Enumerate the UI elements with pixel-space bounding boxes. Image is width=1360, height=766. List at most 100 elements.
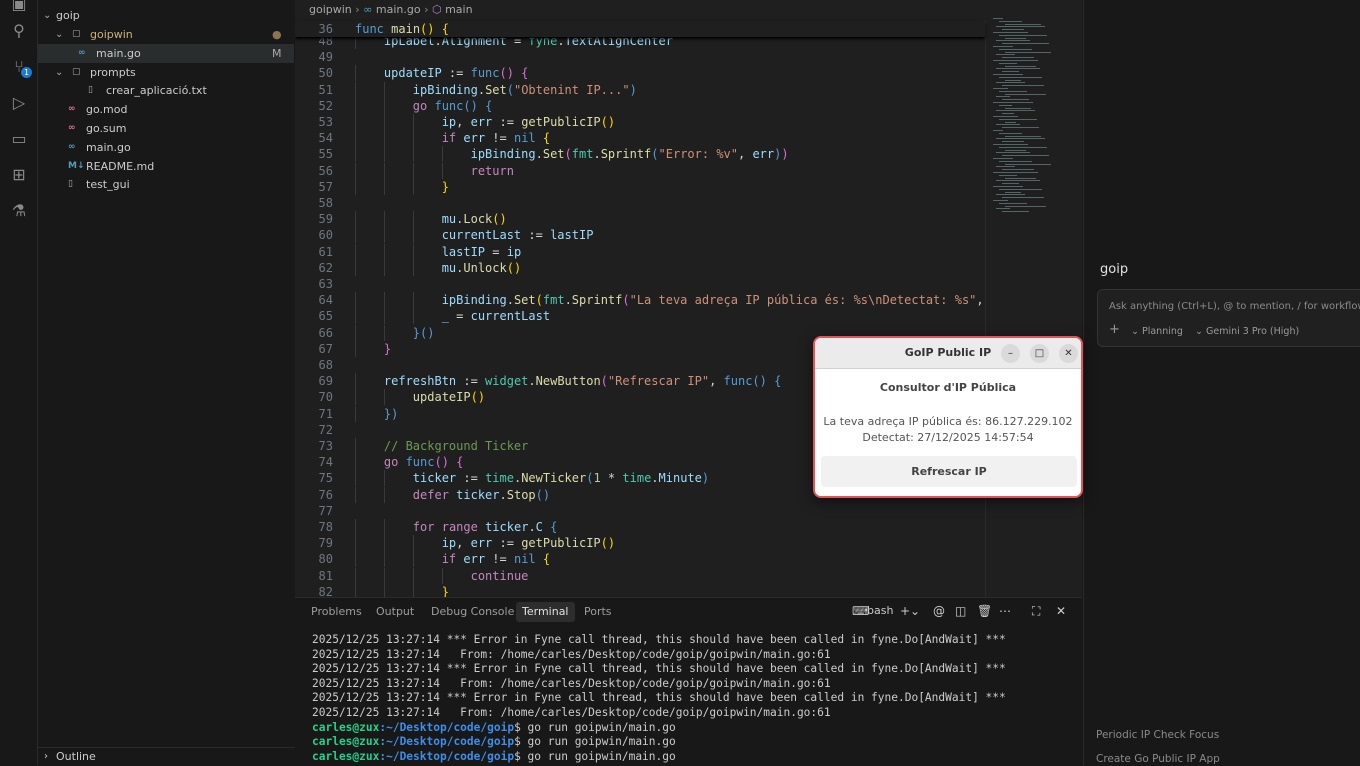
search-icon[interactable]: ⚲ bbox=[9, 21, 29, 41]
code-line[interactable]: 49 bbox=[295, 49, 985, 65]
code-line[interactable]: 61 lastIP = ip bbox=[295, 243, 985, 260]
panel-tab-terminal[interactable]: Terminal bbox=[516, 602, 575, 622]
chat-input-placeholder[interactable]: Ask anything (Ctrl+L), @ to mention, / f… bbox=[1109, 301, 1360, 312]
line-number: 53 bbox=[318, 115, 333, 129]
minimap-line bbox=[996, 110, 1035, 112]
code-line[interactable]: 55 ipBinding.Set(fmt.Sprintf("Error: %v",… bbox=[295, 146, 985, 163]
split-terminal-icon[interactable]: ◫ bbox=[955, 604, 966, 618]
prompt-path: :~/Desktop/code/goip bbox=[379, 749, 515, 763]
remote-explorer-icon[interactable]: ▭ bbox=[9, 129, 29, 149]
line-number: 64 bbox=[318, 293, 333, 308]
more-icon[interactable]: ⋯ bbox=[999, 604, 1011, 618]
code-line[interactable]: 54 if err != nil { bbox=[295, 130, 985, 147]
mention-icon[interactable]: @ bbox=[933, 604, 945, 618]
code-line[interactable]: 60 currentLast := lastIP bbox=[295, 227, 985, 244]
minimap-line bbox=[1002, 99, 1029, 101]
terminal-line: carles@zux:~/Desktop/code/goip$ go run g… bbox=[312, 721, 676, 736]
code-line[interactable]: 52 go func() { bbox=[295, 97, 985, 114]
code-line[interactable]: 65 _ = currentLast bbox=[295, 308, 985, 325]
testing-icon[interactable]: ⚗ bbox=[9, 201, 29, 221]
code-line[interactable]: 63 bbox=[295, 276, 985, 292]
explorer-item[interactable]: ∞ go.mod bbox=[38, 100, 294, 119]
minimap[interactable] bbox=[985, 18, 1070, 218]
explorer-item[interactable]: ∞ main.go M bbox=[38, 43, 294, 63]
breadcrumb-symbol[interactable]: main bbox=[445, 3, 472, 16]
code-token: () bbox=[492, 212, 507, 227]
add-context-icon[interactable]: + bbox=[1109, 322, 1120, 337]
history-item[interactable]: Periodic IP Check Focus bbox=[1096, 729, 1219, 741]
outline-section[interactable]: › Outline bbox=[38, 747, 295, 765]
code-token: err bbox=[752, 147, 775, 162]
code-line[interactable]: 79 ip, err := getPublicIP() bbox=[295, 535, 985, 552]
code-line[interactable]: 62 mu.Unlock() bbox=[295, 259, 985, 276]
explorer-item-label: test_gui bbox=[86, 178, 130, 192]
code-token: NewButton bbox=[535, 374, 601, 389]
mode-dropdown[interactable]: ⌄ Planning bbox=[1131, 326, 1183, 337]
code-line[interactable]: 50 updateIP := func() { bbox=[295, 65, 985, 82]
code-line[interactable]: 56 return bbox=[295, 162, 985, 179]
panel-tab-debug-console[interactable]: Debug Console bbox=[425, 602, 520, 622]
model-dropdown[interactable]: ⌄ Gemini 3 Pro (High) bbox=[1195, 326, 1299, 337]
panel-tab-ports[interactable]: Ports bbox=[578, 602, 618, 622]
explorer-item[interactable]: ▯ test_gui bbox=[38, 175, 294, 194]
explorer-item[interactable]: ▯ crear_aplicació.txt bbox=[38, 81, 294, 100]
code-line[interactable]: 58 bbox=[295, 195, 985, 211]
explorer-item[interactable]: ∞ main.go bbox=[38, 138, 294, 157]
close-panel-icon[interactable]: ✕ bbox=[1056, 604, 1066, 618]
code-line[interactable]: 57} bbox=[295, 178, 985, 195]
extensions-icon[interactable]: ⊞ bbox=[9, 165, 29, 185]
code-line[interactable]: 82} bbox=[295, 583, 985, 597]
line-number: 71 bbox=[318, 406, 333, 421]
minimap-line bbox=[1002, 197, 1044, 199]
history-item[interactable]: Create Go Public IP App bbox=[1096, 753, 1220, 765]
breadcrumb-file[interactable]: main.go bbox=[376, 3, 421, 16]
terminal-shell-label[interactable]: bash bbox=[867, 604, 893, 617]
code-editor[interactable]: goipwin › ∞ main.go › ⬡ main 48 ipLabel.A… bbox=[295, 0, 1082, 597]
explorer-item[interactable]: ⌄ ▢ goipwin ● bbox=[38, 25, 294, 44]
code-token: { bbox=[477, 98, 493, 113]
minimap-line bbox=[999, 132, 1022, 134]
chat-input-box[interactable]: Ask anything (Ctrl+L), @ to mention, / f… bbox=[1097, 289, 1360, 347]
maximize-panel-icon[interactable]: ⛶ bbox=[1032, 604, 1040, 619]
code-line[interactable]: 81 continue bbox=[295, 567, 985, 584]
run-debug-icon[interactable]: ▷ bbox=[9, 93, 29, 113]
explorer-item[interactable]: ⌄ ▢ prompts bbox=[38, 63, 294, 82]
line-number: 57 bbox=[318, 179, 333, 194]
window-titlebar[interactable]: GoIP Public IP – □ ✕ bbox=[815, 338, 1081, 369]
code-line[interactable]: 78 for range ticker.C { bbox=[295, 519, 985, 535]
minimap-line bbox=[996, 208, 1010, 210]
minimap-line bbox=[999, 146, 1047, 148]
code-token: ticker bbox=[485, 520, 529, 534]
breadcrumb-folder[interactable]: goipwin bbox=[309, 3, 352, 16]
minimap-line bbox=[996, 138, 1045, 140]
minimize-icon[interactable]: – bbox=[1001, 344, 1020, 363]
explorer-icon[interactable]: ▣ bbox=[9, 0, 29, 14]
panel-tab-output[interactable]: Output bbox=[370, 602, 420, 622]
code-line[interactable]: 80 if err != nil { bbox=[295, 551, 985, 568]
code-line[interactable]: 64 ipBinding.Set(fmt.Sprintf("La teva adr… bbox=[295, 292, 985, 309]
maximize-icon[interactable]: □ bbox=[1030, 344, 1049, 363]
code-token: () bbox=[600, 536, 616, 551]
chevron-down-icon: ⌄ bbox=[1131, 326, 1142, 337]
code-line[interactable]: 53 ip, err := getPublicIP() bbox=[295, 114, 985, 130]
panel-tab-problems[interactable]: Problems bbox=[305, 602, 368, 622]
explorer-item[interactable]: M↓ README.md bbox=[38, 157, 294, 176]
code-token: currentLast bbox=[470, 309, 551, 324]
code-token: "Error: %v" bbox=[658, 147, 738, 162]
code-token: ) bbox=[629, 82, 637, 97]
explorer-root[interactable]: ⌄ goip bbox=[38, 6, 294, 25]
file-icon: ▯ bbox=[68, 179, 73, 190]
explorer-item[interactable]: ∞ go.sum bbox=[38, 119, 294, 138]
line-number: 52 bbox=[318, 98, 333, 113]
refresh-ip-button[interactable]: Refrescar IP bbox=[821, 456, 1077, 487]
code-line[interactable]: 36 func main() { bbox=[295, 21, 985, 37]
minimap-line bbox=[1005, 163, 1051, 165]
close-icon[interactable]: ✕ bbox=[1059, 344, 1078, 363]
trash-icon[interactable]: 🗑 bbox=[977, 604, 992, 618]
code-line[interactable]: 51 ipBinding.Set("Obtenint IP...") bbox=[295, 81, 985, 98]
code-line[interactable]: 77 bbox=[295, 503, 985, 519]
line-number: 77 bbox=[318, 503, 333, 518]
new-terminal-icon[interactable]: +⌄ bbox=[900, 604, 920, 618]
code-line[interactable]: 59 mu.Lock() bbox=[295, 211, 985, 228]
